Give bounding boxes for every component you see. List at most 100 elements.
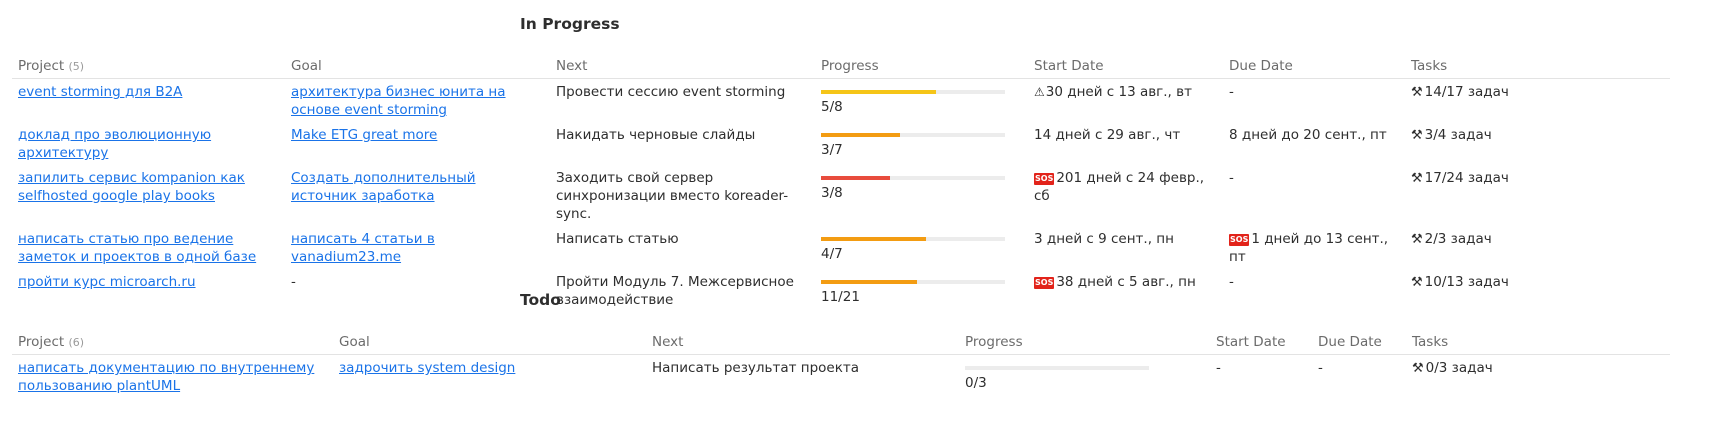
progress-bar-fill [821, 90, 936, 94]
goal-cell: архитектура бизнес юнита на основе event… [285, 79, 550, 123]
progress-text: 5/8 [821, 99, 843, 115]
column-header-progress[interactable]: Progress [815, 58, 1028, 79]
project-cell: написать статью про ведение заметок и пр… [12, 226, 285, 269]
start-date-cell: SOS 201 дней с 24 февр., сб [1028, 165, 1223, 226]
next-action-cell: Провести сессию event storming [556, 84, 786, 100]
goal-empty: - [291, 274, 296, 290]
section-title-in-progress: In Progress [520, 15, 620, 33]
project-link[interactable]: написать документацию по внутреннему пол… [18, 360, 314, 394]
due-date-text: - [1229, 274, 1234, 290]
start-date-text: 3 дней с 9 сент., пн [1034, 231, 1174, 247]
start-date-cell: SOS 38 дней с 5 авг., пн [1028, 269, 1223, 312]
progress-text: 3/7 [821, 142, 843, 158]
table-header-row: Project (6) Goal Next Progress Start Dat… [12, 334, 1670, 355]
start-date-text: - [1216, 360, 1221, 376]
warning-icon: ⚠ [1034, 85, 1045, 99]
progress-text: 3/8 [821, 185, 843, 201]
project-cell: запилить сервис kompanion как selfhosted… [12, 165, 285, 226]
goal-link[interactable]: написать 4 статьи в vanadium23.me [291, 231, 435, 265]
goal-link[interactable]: архитектура бизнес юнита на основе event… [291, 84, 506, 118]
tasks-count: 14/17 задач [1424, 84, 1509, 100]
tasks-cell: ⚒ 3/4 задач [1405, 122, 1670, 165]
start-date-cell: ⚠30 дней с 13 авг., вт [1028, 79, 1223, 123]
due-date-cell: 8 дней до 20 сент., пт [1223, 122, 1405, 165]
column-header-goal[interactable]: Goal [285, 58, 550, 79]
goal-link[interactable]: задрочить system design [339, 360, 515, 376]
sos-icon: SOS [1034, 277, 1055, 289]
table-row: доклад про эволюционную архитектуру Make … [12, 122, 1670, 165]
progress-text: 11/21 [821, 289, 860, 305]
table-row: написать статью про ведение заметок и пр… [12, 226, 1670, 269]
project-count: (6) [68, 336, 85, 349]
project-cell: event storming для B2A [12, 79, 285, 123]
hammer-wrench-icon: ⚒ [1411, 85, 1423, 100]
progress-bar-fill [821, 176, 890, 180]
table-header-row: Project (5) Goal Next Progress Start Dat… [12, 58, 1670, 79]
column-header-start-date[interactable]: Start Date [1028, 58, 1223, 79]
next-action-cell: Заходить свой сервер синхронизации вмест… [556, 170, 789, 222]
start-date-cell: - [1210, 355, 1312, 399]
column-header-due-date[interactable]: Due Date [1223, 58, 1405, 79]
column-header-goal[interactable]: Goal [333, 334, 646, 355]
goal-link[interactable]: Создать дополнительный источник заработк… [291, 170, 476, 204]
column-header-progress[interactable]: Progress [959, 334, 1210, 355]
project-count: (5) [68, 60, 85, 73]
due-date-text: 1 дней до 13 сент., пт [1229, 231, 1389, 265]
progress-bar-fill [821, 133, 900, 137]
start-date-text: 14 дней с 29 авг., чт [1034, 127, 1181, 143]
progress-cell: 5/8 [815, 79, 1028, 123]
goal-cell: Создать дополнительный источник заработк… [285, 165, 550, 226]
due-date-cell: - [1223, 165, 1405, 226]
tasks-count: 17/24 задач [1424, 170, 1509, 186]
project-link[interactable]: пройти курс microarch.ru [18, 274, 196, 290]
next-action-cell: Написать результат проекта [652, 360, 860, 376]
sos-icon: SOS [1229, 234, 1250, 246]
progress-text: 4/7 [821, 246, 843, 262]
progress-bar-fill [821, 237, 927, 241]
tasks-cell: ⚒ 14/17 задач [1405, 79, 1670, 123]
goal-cell: - [285, 269, 550, 312]
hammer-wrench-icon: ⚒ [1412, 361, 1424, 376]
hammer-wrench-icon: ⚒ [1411, 128, 1423, 143]
column-header-project[interactable]: Project (5) [12, 58, 285, 79]
column-header-tasks[interactable]: Tasks [1405, 58, 1670, 79]
start-date-text: 38 дней с 5 авг., пн [1056, 274, 1196, 290]
due-date-cell: - [1312, 355, 1406, 399]
project-link[interactable]: event storming для B2A [18, 84, 182, 100]
due-date-text: - [1318, 360, 1323, 376]
progress-bar [821, 237, 1005, 241]
due-date-cell: - [1223, 79, 1405, 123]
goal-link[interactable]: Make ETG great more [291, 127, 437, 143]
table-row: написать документацию по внутреннему пол… [12, 355, 1670, 399]
sos-icon: SOS [1034, 173, 1055, 185]
column-header-tasks[interactable]: Tasks [1406, 334, 1670, 355]
goal-cell: написать 4 статьи в vanadium23.me [285, 226, 550, 269]
column-header-next[interactable]: Next [646, 334, 959, 355]
tasks-cell: ⚒ 17/24 задач [1405, 165, 1670, 226]
next-action-cell: Написать статью [556, 231, 679, 247]
project-link[interactable]: написать статью про ведение заметок и пр… [18, 231, 256, 265]
project-link[interactable]: доклад про эволюционную архитектуру [18, 127, 211, 161]
column-header-start-date[interactable]: Start Date [1210, 334, 1312, 355]
tasks-count: 10/13 задач [1424, 274, 1509, 290]
next-action-cell: Пройти Модуль 7. Межсервисное взаимодейс… [556, 274, 794, 308]
table-row: запилить сервис kompanion как selfhosted… [12, 165, 1670, 226]
column-header-project[interactable]: Project (6) [12, 334, 333, 355]
progress-bar-fill [821, 280, 918, 284]
project-cell: написать документацию по внутреннему пол… [12, 355, 333, 399]
progress-bar [965, 366, 1149, 370]
project-link[interactable]: запилить сервис kompanion как selfhosted… [18, 170, 245, 204]
hammer-wrench-icon: ⚒ [1411, 171, 1423, 186]
tasks-cell: ⚒ 0/3 задач [1406, 355, 1670, 399]
column-header-due-date[interactable]: Due Date [1312, 334, 1406, 355]
progress-bar [821, 176, 1005, 180]
progress-cell: 11/21 [815, 269, 1028, 312]
tasks-count: 0/3 задач [1425, 360, 1493, 376]
due-date-text: - [1229, 170, 1234, 186]
project-cell: доклад про эволюционную архитектуру [12, 122, 285, 165]
due-date-text: - [1229, 84, 1234, 100]
progress-bar [821, 133, 1005, 137]
progress-cell: 0/3 [959, 355, 1210, 399]
table-row: пройти курс microarch.ru - Пройти Модуль 7… [12, 269, 1670, 312]
column-header-next[interactable]: Next [550, 58, 815, 79]
